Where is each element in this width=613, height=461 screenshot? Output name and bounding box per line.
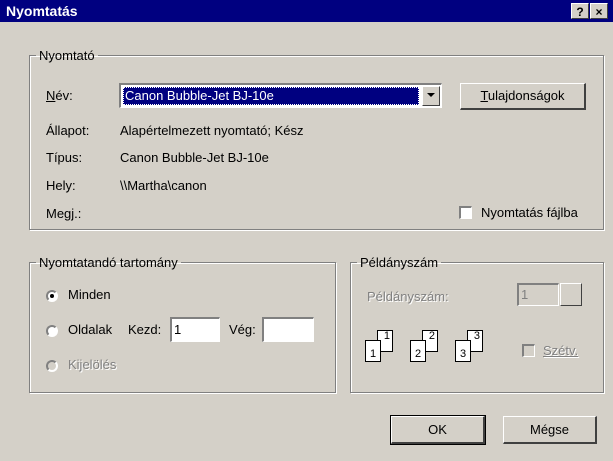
range-all-label[interactable]: Minden [68, 287, 111, 302]
copies-count-label: Példányszám: [367, 289, 449, 304]
copies-count-input[interactable]: 1 [517, 283, 559, 306]
range-all-radio[interactable] [46, 290, 58, 302]
range-pages-radio[interactable] [46, 325, 58, 337]
range-to-label: Vég: [229, 322, 256, 337]
help-button[interactable]: ? [571, 3, 589, 19]
printer-name-combobox[interactable]: Canon Bubble-Jet BJ-10e [119, 83, 442, 108]
range-selection-label: Kijelölés [68, 357, 117, 372]
title-bar[interactable]: Nyomtatás [0, 0, 613, 22]
window-title: Nyomtatás [6, 3, 78, 19]
range-from-input[interactable]: 1 [170, 317, 220, 342]
copies-group-label: Példányszám [360, 255, 439, 270]
range-from-label: Kezd: [128, 322, 162, 337]
copies-spinner[interactable] [560, 283, 582, 306]
comment-label: Megj.: [46, 206, 82, 221]
collate-checkbox[interactable] [522, 344, 535, 357]
status-label: Állapot: [46, 123, 90, 138]
close-button[interactable]: × [590, 3, 608, 19]
location-value: \\Martha\canon [120, 178, 207, 193]
properties-button[interactable]: Tulajdonságok [460, 83, 586, 110]
printer-name-value: Canon Bubble-Jet BJ-10e [123, 87, 419, 105]
print-to-file-label[interactable]: Nyomtatás fájlba [481, 205, 578, 220]
collate-page-front-1: 1 [365, 340, 381, 362]
collate-icon: 1 1 2 2 3 3 [365, 330, 510, 370]
print-range-group-label: Nyomtatandó tartomány [39, 255, 178, 270]
range-selection-radio[interactable] [46, 360, 58, 372]
collate-page-front-3: 3 [455, 340, 471, 362]
print-to-file-checkbox[interactable] [459, 206, 472, 219]
radio-dot-icon [50, 294, 54, 298]
collate-label: Szétv. [543, 343, 579, 358]
location-label: Hely: [46, 178, 76, 193]
range-pages-label[interactable]: Oldalak [68, 322, 112, 337]
cancel-button[interactable]: Mégse [503, 416, 597, 444]
type-value: Canon Bubble-Jet BJ-10e [120, 150, 269, 165]
chevron-down-icon [427, 93, 435, 97]
type-label: Típus: [46, 150, 83, 165]
printer-group-label: Nyomtató [39, 48, 95, 63]
copies-group: Példányszám [350, 255, 604, 393]
status-value: Alapértelmezett nyomtató; Kész [120, 123, 304, 138]
collate-page-front-2: 2 [410, 340, 426, 362]
printer-dropdown-button[interactable] [422, 86, 440, 106]
range-to-input[interactable] [262, 317, 314, 342]
ok-button[interactable]: OK [390, 415, 486, 445]
printer-name-label: Név: [46, 88, 73, 103]
printer-group: Nyomtató [29, 48, 604, 230]
